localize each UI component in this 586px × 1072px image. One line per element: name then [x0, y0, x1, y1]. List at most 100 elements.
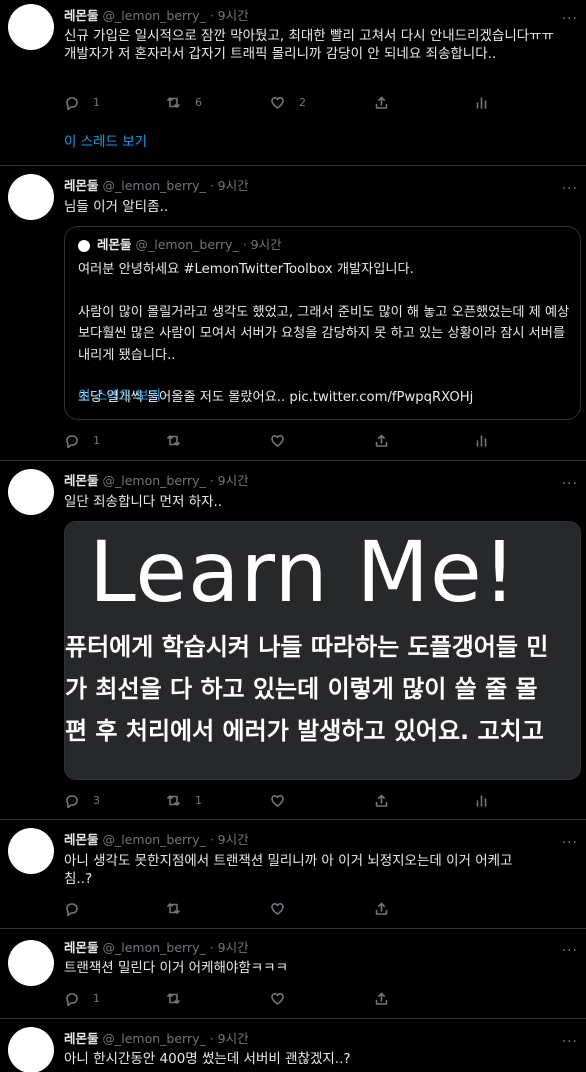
quoted-tweet[interactable]: 레몬둘 @_lemon_berry_ · 9시간 여러분 안녕하세요 #Lemo… [64, 226, 581, 420]
analytics-button[interactable] [474, 791, 489, 809]
retweet-button[interactable]: 1 [166, 791, 202, 809]
show-thread-link[interactable]: 이 스레드 보기 [78, 387, 161, 405]
retweet-button[interactable] [166, 899, 195, 917]
author-handle[interactable]: @_lemon_berry_ [103, 473, 206, 488]
share-button[interactable] [374, 431, 389, 449]
tweet-image[interactable]: Learn Me! 퓨터에게 학습시켜 나들 따라하는 도플갱어들 민 가 최선… [64, 521, 581, 780]
reply-button[interactable] [64, 899, 93, 917]
author-handle[interactable]: @_lemon_berry_ [103, 832, 206, 847]
reply-icon [66, 794, 78, 808]
tweet-header: 레몬둘 @_lemon_berry_ · 9시간 [64, 473, 249, 489]
image-title-text: Learn Me! [89, 523, 518, 621]
tweet-header: 레몬둘 @_lemon_berry_ · 9시간 [64, 8, 249, 24]
quoted-author-handle: @_lemon_berry_ [135, 237, 239, 252]
avatar[interactable] [8, 4, 54, 50]
reply-count: 3 [93, 793, 100, 807]
analytics-button[interactable] [474, 93, 489, 111]
tweet-time[interactable]: · 9시간 [210, 940, 249, 955]
avatar[interactable] [8, 828, 54, 874]
heart-icon [271, 902, 284, 915]
more-horizontal-icon[interactable]: ··· [562, 12, 578, 26]
tweet-text: 일단 죄송합니다 먼저 하자.. [64, 494, 223, 510]
tweet-actions: 1 [64, 431, 494, 449]
retweet-icon [167, 902, 180, 914]
reply-icon [66, 96, 78, 110]
heart-icon [271, 96, 284, 109]
tweet-3[interactable]: 레몬둘 @_lemon_berry_ · 9시간 ··· 일단 죄송합니다 먼저… [0, 461, 586, 819]
reply-button[interactable]: 1 [64, 989, 100, 1007]
tweet-text: 트랜잭션 밀린다 이거 어케해야함ㅋㅋㅋ [64, 960, 289, 976]
quoted-avatar [78, 240, 90, 252]
tweet-6[interactable]: 레몬둘 @_lemon_berry_ · 9시간 ··· 아니 한시간동안 40… [0, 1019, 586, 1072]
share-button[interactable] [374, 791, 389, 809]
quoted-author-name: 레몬둘 [97, 237, 132, 252]
more-horizontal-icon[interactable]: ··· [562, 182, 578, 196]
show-thread-link[interactable]: 이 스레드 보기 [64, 133, 147, 151]
analytics-icon [476, 794, 487, 807]
like-button[interactable]: 2 [270, 93, 306, 111]
author-name[interactable]: 레몬둘 [64, 940, 99, 955]
retweet-button[interactable] [166, 989, 195, 1007]
tweet-time[interactable]: · 9시간 [210, 178, 249, 193]
share-icon [375, 794, 388, 807]
share-button[interactable] [374, 899, 389, 917]
tweet-time[interactable]: · 9시간 [210, 473, 249, 488]
retweet-icon [167, 992, 180, 1004]
tweet-actions: 1 6 2 [64, 93, 494, 111]
reply-button[interactable]: 1 [64, 93, 100, 111]
share-button[interactable] [374, 93, 389, 111]
avatar[interactable] [8, 1027, 54, 1072]
tweet-time[interactable]: · 9시간 [210, 8, 249, 23]
retweet-button[interactable] [166, 431, 195, 449]
tweet-time[interactable]: · 9시간 [210, 832, 249, 847]
avatar[interactable] [8, 940, 54, 986]
analytics-icon [476, 434, 487, 447]
author-name[interactable]: 레몬둘 [64, 832, 99, 847]
author-name[interactable]: 레몬둘 [64, 1031, 99, 1046]
like-button[interactable] [270, 791, 299, 809]
reply-count: 1 [93, 433, 100, 447]
more-horizontal-icon[interactable]: ··· [562, 944, 578, 958]
share-button[interactable] [374, 989, 389, 1007]
author-name[interactable]: 레몬둘 [64, 8, 99, 23]
reply-button[interactable]: 3 [64, 791, 100, 809]
like-button[interactable] [270, 431, 299, 449]
avatar[interactable] [8, 469, 54, 515]
heart-icon [271, 434, 284, 447]
tweet-5[interactable]: 레몬둘 @_lemon_berry_ · 9시간 ··· 트랜잭션 밀린다 이거… [0, 929, 586, 1018]
tweet-header: 레몬둘 @_lemon_berry_ · 9시간 [64, 940, 249, 956]
author-name[interactable]: 레몬둘 [64, 178, 99, 193]
retweet-icon [167, 96, 180, 108]
more-horizontal-icon[interactable]: ··· [562, 836, 578, 850]
heart-icon [271, 992, 284, 1005]
reply-button[interactable]: 1 [64, 431, 100, 449]
retweet-count: 1 [195, 793, 202, 807]
share-icon [375, 992, 388, 1005]
tweet-text: 님들 이거 알티좀.. [64, 199, 169, 215]
more-horizontal-icon[interactable]: ··· [562, 1035, 578, 1049]
more-horizontal-icon[interactable]: ··· [562, 477, 578, 491]
tweet-text: 아니 생각도 못한지점에서 트랜잭션 밀리니까 아 이거 뇌정지오는데 이거 어… [64, 853, 513, 887]
like-button[interactable] [270, 899, 299, 917]
reply-count: 1 [93, 95, 100, 109]
tweet-2[interactable]: 레몬둘 @_lemon_berry_ · 9시간 ··· 님들 이거 알티좀..… [0, 166, 586, 460]
image-text-line: 편 후 처리에서 에러가 발생하고 있어요. 고치고 [65, 717, 544, 745]
author-name[interactable]: 레몬둘 [64, 473, 99, 488]
author-handle[interactable]: @_lemon_berry_ [103, 940, 206, 955]
retweet-icon [167, 794, 180, 806]
author-handle[interactable]: @_lemon_berry_ [103, 178, 206, 193]
tweet-actions [64, 899, 494, 917]
reply-icon [66, 902, 78, 916]
author-handle[interactable]: @_lemon_berry_ [103, 1031, 206, 1046]
tweet-actions: 3 1 [64, 791, 494, 809]
tweet-1[interactable]: 레몬둘 @_lemon_berry_ · 9시간 ··· 신규 가입은 일시적으… [0, 0, 586, 165]
author-handle[interactable]: @_lemon_berry_ [103, 8, 206, 23]
tweet-text: 아니 한시간동안 400명 썼는데 서버비 괜찮겠지..? [64, 1051, 351, 1067]
tweet-4[interactable]: 레몬둘 @_lemon_berry_ · 9시간 ··· 아니 생각도 못한지점… [0, 820, 586, 928]
avatar[interactable] [8, 174, 54, 220]
analytics-button[interactable] [474, 431, 489, 449]
image-text-line: 퓨터에게 학습시켜 나들 따라하는 도플갱어들 민 [65, 633, 549, 661]
tweet-time[interactable]: · 9시간 [210, 1031, 249, 1046]
like-button[interactable] [270, 989, 299, 1007]
retweet-button[interactable]: 6 [166, 93, 202, 111]
